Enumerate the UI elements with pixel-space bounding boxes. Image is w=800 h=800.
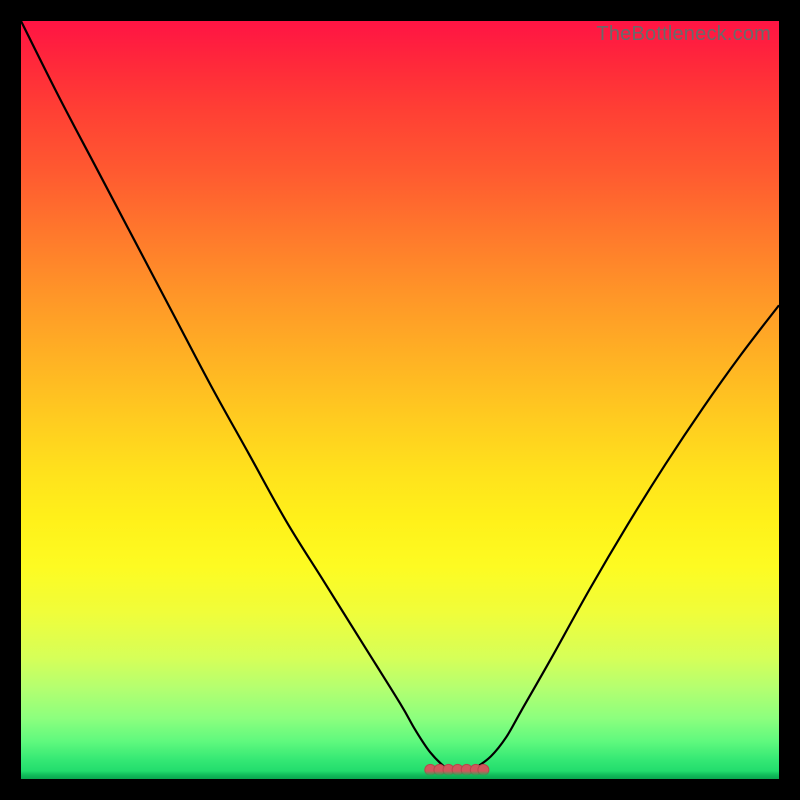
curve-path (21, 21, 779, 772)
bottleneck-curve (21, 21, 779, 779)
plot-area: TheBottleneck.com (21, 21, 779, 779)
bottom-edge-overlay (21, 771, 779, 779)
chart-frame: TheBottleneck.com (0, 0, 800, 800)
